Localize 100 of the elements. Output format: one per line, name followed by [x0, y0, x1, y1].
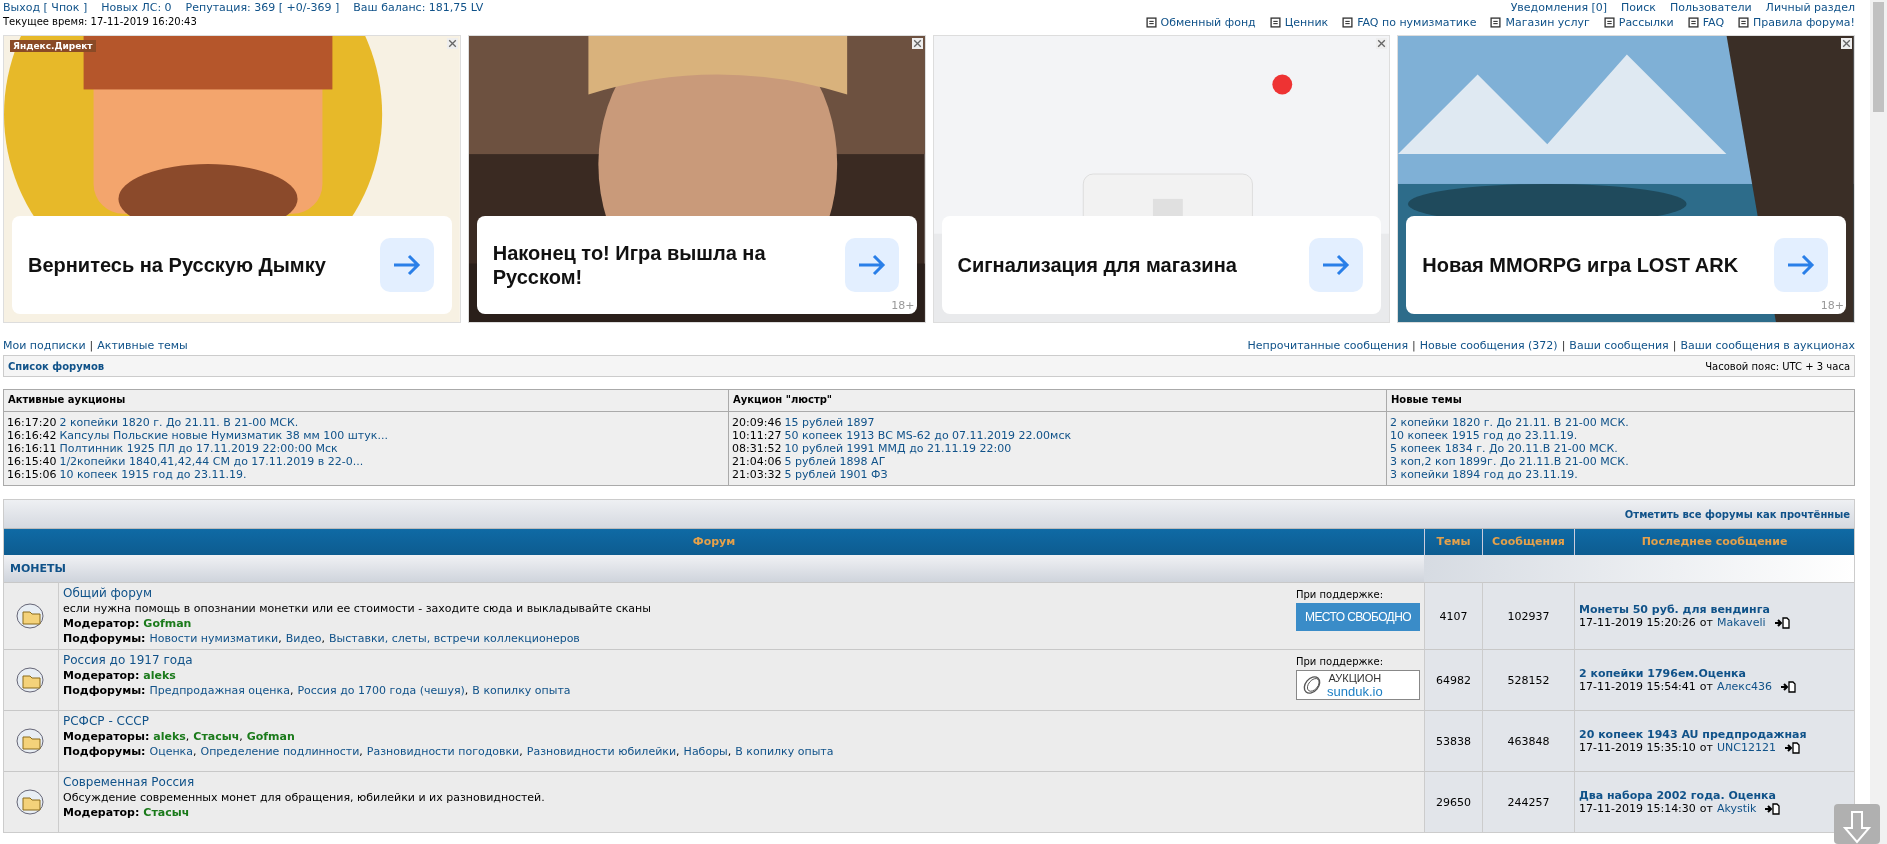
by-label: от	[1699, 680, 1713, 693]
subforum-link[interactable]: В копилку опыта	[735, 745, 834, 758]
author-link[interactable]: Akystik	[1716, 802, 1757, 815]
ad-headline[interactable]: Сигнализация для магазина	[957, 253, 1237, 277]
auction-link[interactable]: 1/2копейки 1840,41,42,44 СМ до 17.11.2019 в 22-0...	[59, 455, 364, 468]
auction-link[interactable]: Полтинник 1925 ПЛ до 17.11.2019 22:00:00 Мск	[59, 442, 338, 455]
nav-link[interactable]: Непрочитанные сообщения	[1247, 338, 1409, 352]
forum-list-link[interactable]: Список форумов	[8, 360, 105, 372]
auction-link[interactable]: 10 копеек 1915 год до 23.11.19.	[59, 468, 247, 481]
ad-headline[interactable]: Новая MMORPG игра LOST ARK	[1422, 253, 1739, 277]
header-link[interactable]: Личный раздел	[1765, 1, 1856, 14]
subforums-label: Подфорумы:	[63, 632, 146, 645]
header-link[interactable]: Поиск	[1621, 1, 1656, 14]
auction-link[interactable]: 15 рублей 1897	[784, 416, 875, 429]
table-cell: 4107	[1424, 582, 1482, 649]
age-label: 18+	[891, 299, 915, 312]
moderator-label: Модератор:	[63, 806, 140, 819]
auction-link[interactable]: 3 копейки 1894 год до 23.11.19.	[1390, 468, 1578, 481]
category-title[interactable]: МОНЕТЫ	[10, 562, 66, 575]
timezone-text: Часовой пояс: UTC + 3 часа	[1705, 360, 1851, 372]
header-link[interactable]: Рассылки	[1618, 16, 1674, 29]
column-header: Аукцион "люстр"	[729, 390, 1386, 412]
nav-link[interactable]: Новые сообщения (372)	[1419, 338, 1558, 352]
separator: ,	[239, 730, 243, 743]
moderator-link[interactable]: Gofman	[143, 617, 192, 630]
auction-time: 16:16:11	[7, 442, 57, 455]
ad-card[interactable]: Наконец то! Игра вышла на Русском! 18+	[467, 35, 926, 323]
nav-link[interactable]: Мои подписки	[3, 338, 86, 352]
subforum-link[interactable]: Россия до 1700 года (чешуя)	[297, 684, 465, 697]
nav-link[interactable]: Ваши сообщения	[1569, 338, 1669, 352]
forum-title[interactable]: Современная Россия	[63, 775, 545, 789]
header-link[interactable]: Обменный фонд	[1160, 16, 1256, 29]
subforums-label: Подфорумы:	[63, 745, 146, 758]
sponsor-line: sunduk.io	[1327, 685, 1383, 698]
table-cell: 528152	[1482, 649, 1574, 710]
auction-time: 21:04:06	[732, 455, 782, 468]
user-link[interactable]: Выход [ Чпок ]	[3, 1, 88, 14]
auction-time: 21:03:32	[732, 468, 782, 481]
subforum-link[interactable]: Предпродажная оценка	[149, 684, 290, 697]
auction-link[interactable]: 10 рублей 1991 ММД до 21.11.19 22:00	[784, 442, 1012, 455]
auction-link[interactable]: 5 рублей 1898 АГ	[784, 455, 886, 468]
sponsor-label: При поддержке:	[1296, 589, 1385, 600]
last-post-link[interactable]: Монеты 50 руб. для вендинга	[1579, 603, 1851, 616]
moderator-link[interactable]: Стасыч	[143, 806, 190, 819]
auction-link[interactable]: 50 копеек 1913 ВС MS-62 до 07.11.2019 22.00мск	[784, 429, 1072, 442]
subforum-link[interactable]: Наборы	[683, 745, 728, 758]
column-header: Последнее сообщение	[1574, 529, 1855, 555]
user-link[interactable]: Новых ЛС: 0	[101, 1, 172, 14]
header-link[interactable]: FAQ по нумизматике	[1357, 16, 1477, 29]
sponsor-banner[interactable]: МЕСТО СВОБОДНО	[1296, 603, 1420, 631]
ad-card[interactable]: Новая MMORPG игра LOST ARK 18+	[1397, 35, 1856, 323]
author-link[interactable]: Makaveli	[1716, 616, 1766, 629]
ad-headline[interactable]: Вернитесь на Русскую Дымку	[28, 253, 326, 277]
moderator-label: Модератор:	[63, 617, 140, 630]
last-post-link[interactable]: Два набора 2002 года. Оценка	[1579, 789, 1851, 802]
moderator-link[interactable]: aleks	[153, 730, 186, 743]
nav-link[interactable]: Ваши сообщения в аукционах	[1680, 338, 1856, 352]
subforum-link[interactable]: В копилку опыта	[472, 684, 571, 697]
auction-link[interactable]: 5 копеек 1834 г. До 20.11.В 21-00 МСК.	[1390, 442, 1618, 455]
forum-title[interactable]: Общий форум	[63, 586, 651, 600]
forum-title[interactable]: РСФСР - СССР	[63, 714, 834, 728]
subforum-link[interactable]: Выставки, слеты, встречи коллекционеров	[329, 632, 580, 645]
header-link[interactable]: Магазин услуг	[1505, 16, 1590, 29]
current-time: Текущее время: 17-11-2019 16:20:43	[3, 16, 198, 27]
subforum-link[interactable]: Оценка	[149, 745, 193, 758]
auction-link[interactable]: 2 копейки 1820 г. До 21.11. В 21-00 МСК.	[1390, 416, 1629, 429]
table-cell: 29650	[1424, 771, 1482, 832]
moderator-link[interactable]: Стасыч	[193, 730, 240, 743]
header-link[interactable]: Пользователи	[1669, 1, 1752, 14]
auction-time: 16:17:20	[7, 416, 57, 429]
header-link[interactable]: Ценник	[1284, 16, 1329, 29]
subforum-link[interactable]: Видео	[285, 632, 322, 645]
ad-source-label: Яндекс.Директ	[10, 40, 96, 52]
ad-card[interactable]: Яндекс.Директ Вернитесь на Русскую Дымку	[3, 35, 461, 323]
auction-link[interactable]: Капсулы Польские новые Нумизматик 38 мм 100 штук...	[59, 429, 388, 442]
moderator-link[interactable]: Gofman	[246, 730, 295, 743]
author-link[interactable]: UNC12121	[1716, 741, 1776, 754]
table-cell: 64982	[1424, 649, 1482, 710]
sponsor-line: АУКЦИОН	[1328, 672, 1382, 685]
moderator-link[interactable]: aleks	[143, 669, 176, 682]
header-link[interactable]: Уведомления [0]	[1510, 1, 1608, 14]
user-link[interactable]: Ваш баланс: 181,75 LV	[353, 1, 484, 14]
author-link[interactable]: Алекс436	[1716, 680, 1772, 693]
header-link[interactable]: Правила форума!	[1753, 16, 1856, 29]
user-link[interactable]: Репутация: 369 [ +0/-369 ]	[185, 1, 340, 14]
auction-time: 08:31:52	[732, 442, 782, 455]
nav-link[interactable]: Активные темы	[97, 338, 188, 352]
last-post-link[interactable]: 20 копеек 1943 AU предпродажная	[1579, 728, 1851, 741]
column-header: Темы	[1424, 529, 1482, 555]
sponsor-banner[interactable]: АУКЦИОН sunduk.io	[1296, 670, 1420, 700]
header-link[interactable]: FAQ	[1702, 16, 1725, 29]
last-post-link[interactable]: 2 копейки 1796ем.Оценка	[1579, 667, 1851, 680]
mark-read-link[interactable]: Отметить все форумы как прочтённые	[1624, 508, 1851, 520]
auction-link[interactable]: 5 рублей 1901 ФЗ	[784, 468, 888, 481]
auction-link[interactable]: 2 копейки 1820 г. До 21.11. В 21-00 МСК.	[59, 416, 299, 429]
ad-headline[interactable]: Наконец то! Игра вышла на Русском!	[492, 241, 833, 289]
auction-link[interactable]: 10 копеек 1915 год до 23.11.19.	[1390, 429, 1578, 442]
ad-card[interactable]: Сигнализация для магазина	[932, 35, 1391, 323]
forum-title[interactable]: Россия до 1917 года	[63, 653, 571, 667]
auction-link[interactable]: 3 коп,2 коп 1899г. До 21.11.В 21-00 МСК.	[1390, 455, 1629, 468]
